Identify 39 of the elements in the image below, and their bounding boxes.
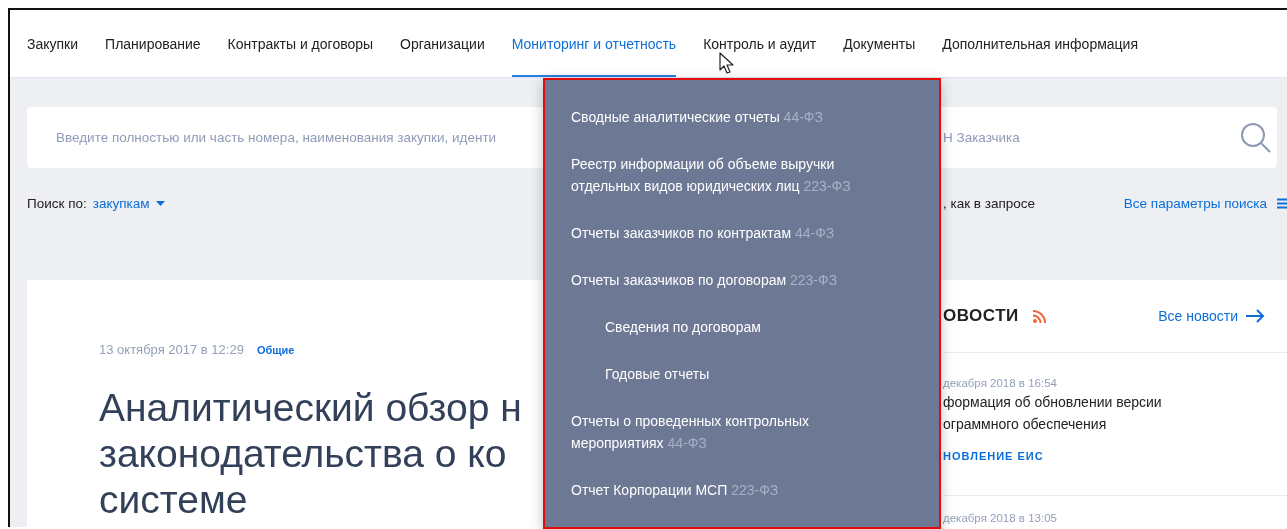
article-title-line[interactable]: системе	[99, 477, 248, 523]
all-search-params-link[interactable]: Все параметры поиска	[1123, 195, 1267, 211]
menu-icon[interactable]	[1277, 197, 1287, 209]
news-title-line[interactable]: формация об обновлении версии	[943, 391, 1162, 413]
search-field[interactable]: Введите полностью или часть номера, наименования закупки, иденти	[56, 130, 543, 145]
search-placeholder-text: Н Заказчика	[943, 130, 1020, 145]
article-title-line[interactable]: Аналитический обзор н	[99, 385, 522, 431]
nav-tab[interactable]: Закупки	[27, 10, 79, 77]
article-title-line[interactable]: законодательства о ко	[99, 431, 507, 477]
nav-tab[interactable]: Организации	[400, 10, 485, 77]
news-date: декабря 2018 в 16:54	[943, 376, 1057, 391]
nav-tab[interactable]: Контроль и аудит	[703, 10, 817, 77]
dropdown-menu-item[interactable]: Отчеты о проведенных контрольных мероприятиях 44-ФЗ	[571, 410, 883, 454]
news-category-link[interactable]: НОВЛЕНИЕ ЕИС	[943, 447, 1044, 465]
article-category-link[interactable]: Общие	[256, 340, 295, 360]
article-date: 13 октября 2017 в 12:29	[99, 341, 244, 359]
dropdown-menu-item[interactable]: Отчеты заказчиков по контрактам 44-ФЗ	[571, 222, 835, 244]
dropdown-menu-item[interactable]: Отчеты заказчиков по договорам 223-ФЗ	[571, 269, 838, 291]
nav-tab[interactable]: Дополнительная информация	[942, 10, 1139, 77]
dropdown-menu-item[interactable]: Реестр информации об объеме выручки отдельных видов юридических лиц 223-ФЗ	[571, 153, 883, 197]
caret-icon	[155, 200, 165, 206]
search-by-label: Поиск по:	[27, 195, 87, 211]
arrow-right-icon	[1246, 309, 1265, 323]
search-option-text: , как в запросе	[943, 195, 1036, 211]
dropdown-menu-item[interactable]: Годовые отчеты	[605, 363, 710, 385]
nav-tab[interactable]: Документы	[843, 10, 916, 77]
dropdown-menu-item[interactable]: Сведения по договорам	[605, 316, 761, 338]
all-news-link[interactable]: Все новости	[1158, 308, 1265, 324]
search-icon[interactable]	[1240, 121, 1272, 154]
news-heading: ОВОСТИ	[943, 306, 1019, 326]
dropdown-menu-item[interactable]: Сводные аналитические отчеты 44-ФЗ	[571, 106, 823, 128]
dropdown-menu-item[interactable]: Отчет Корпорации МСП 223-ФЗ	[571, 479, 779, 501]
search-by-dropdown[interactable]: закупкам	[92, 195, 165, 211]
nav-tab[interactable]: Контракты и договоры	[227, 10, 374, 77]
nav-tab[interactable]: Планирование	[105, 10, 201, 77]
news-date: декабря 2018 в 13:05	[943, 511, 1057, 526]
rss-icon[interactable]	[1032, 309, 1046, 323]
mouse-cursor-icon	[719, 52, 734, 75]
news-title-line[interactable]: ограммного обеспечения	[943, 413, 1107, 435]
